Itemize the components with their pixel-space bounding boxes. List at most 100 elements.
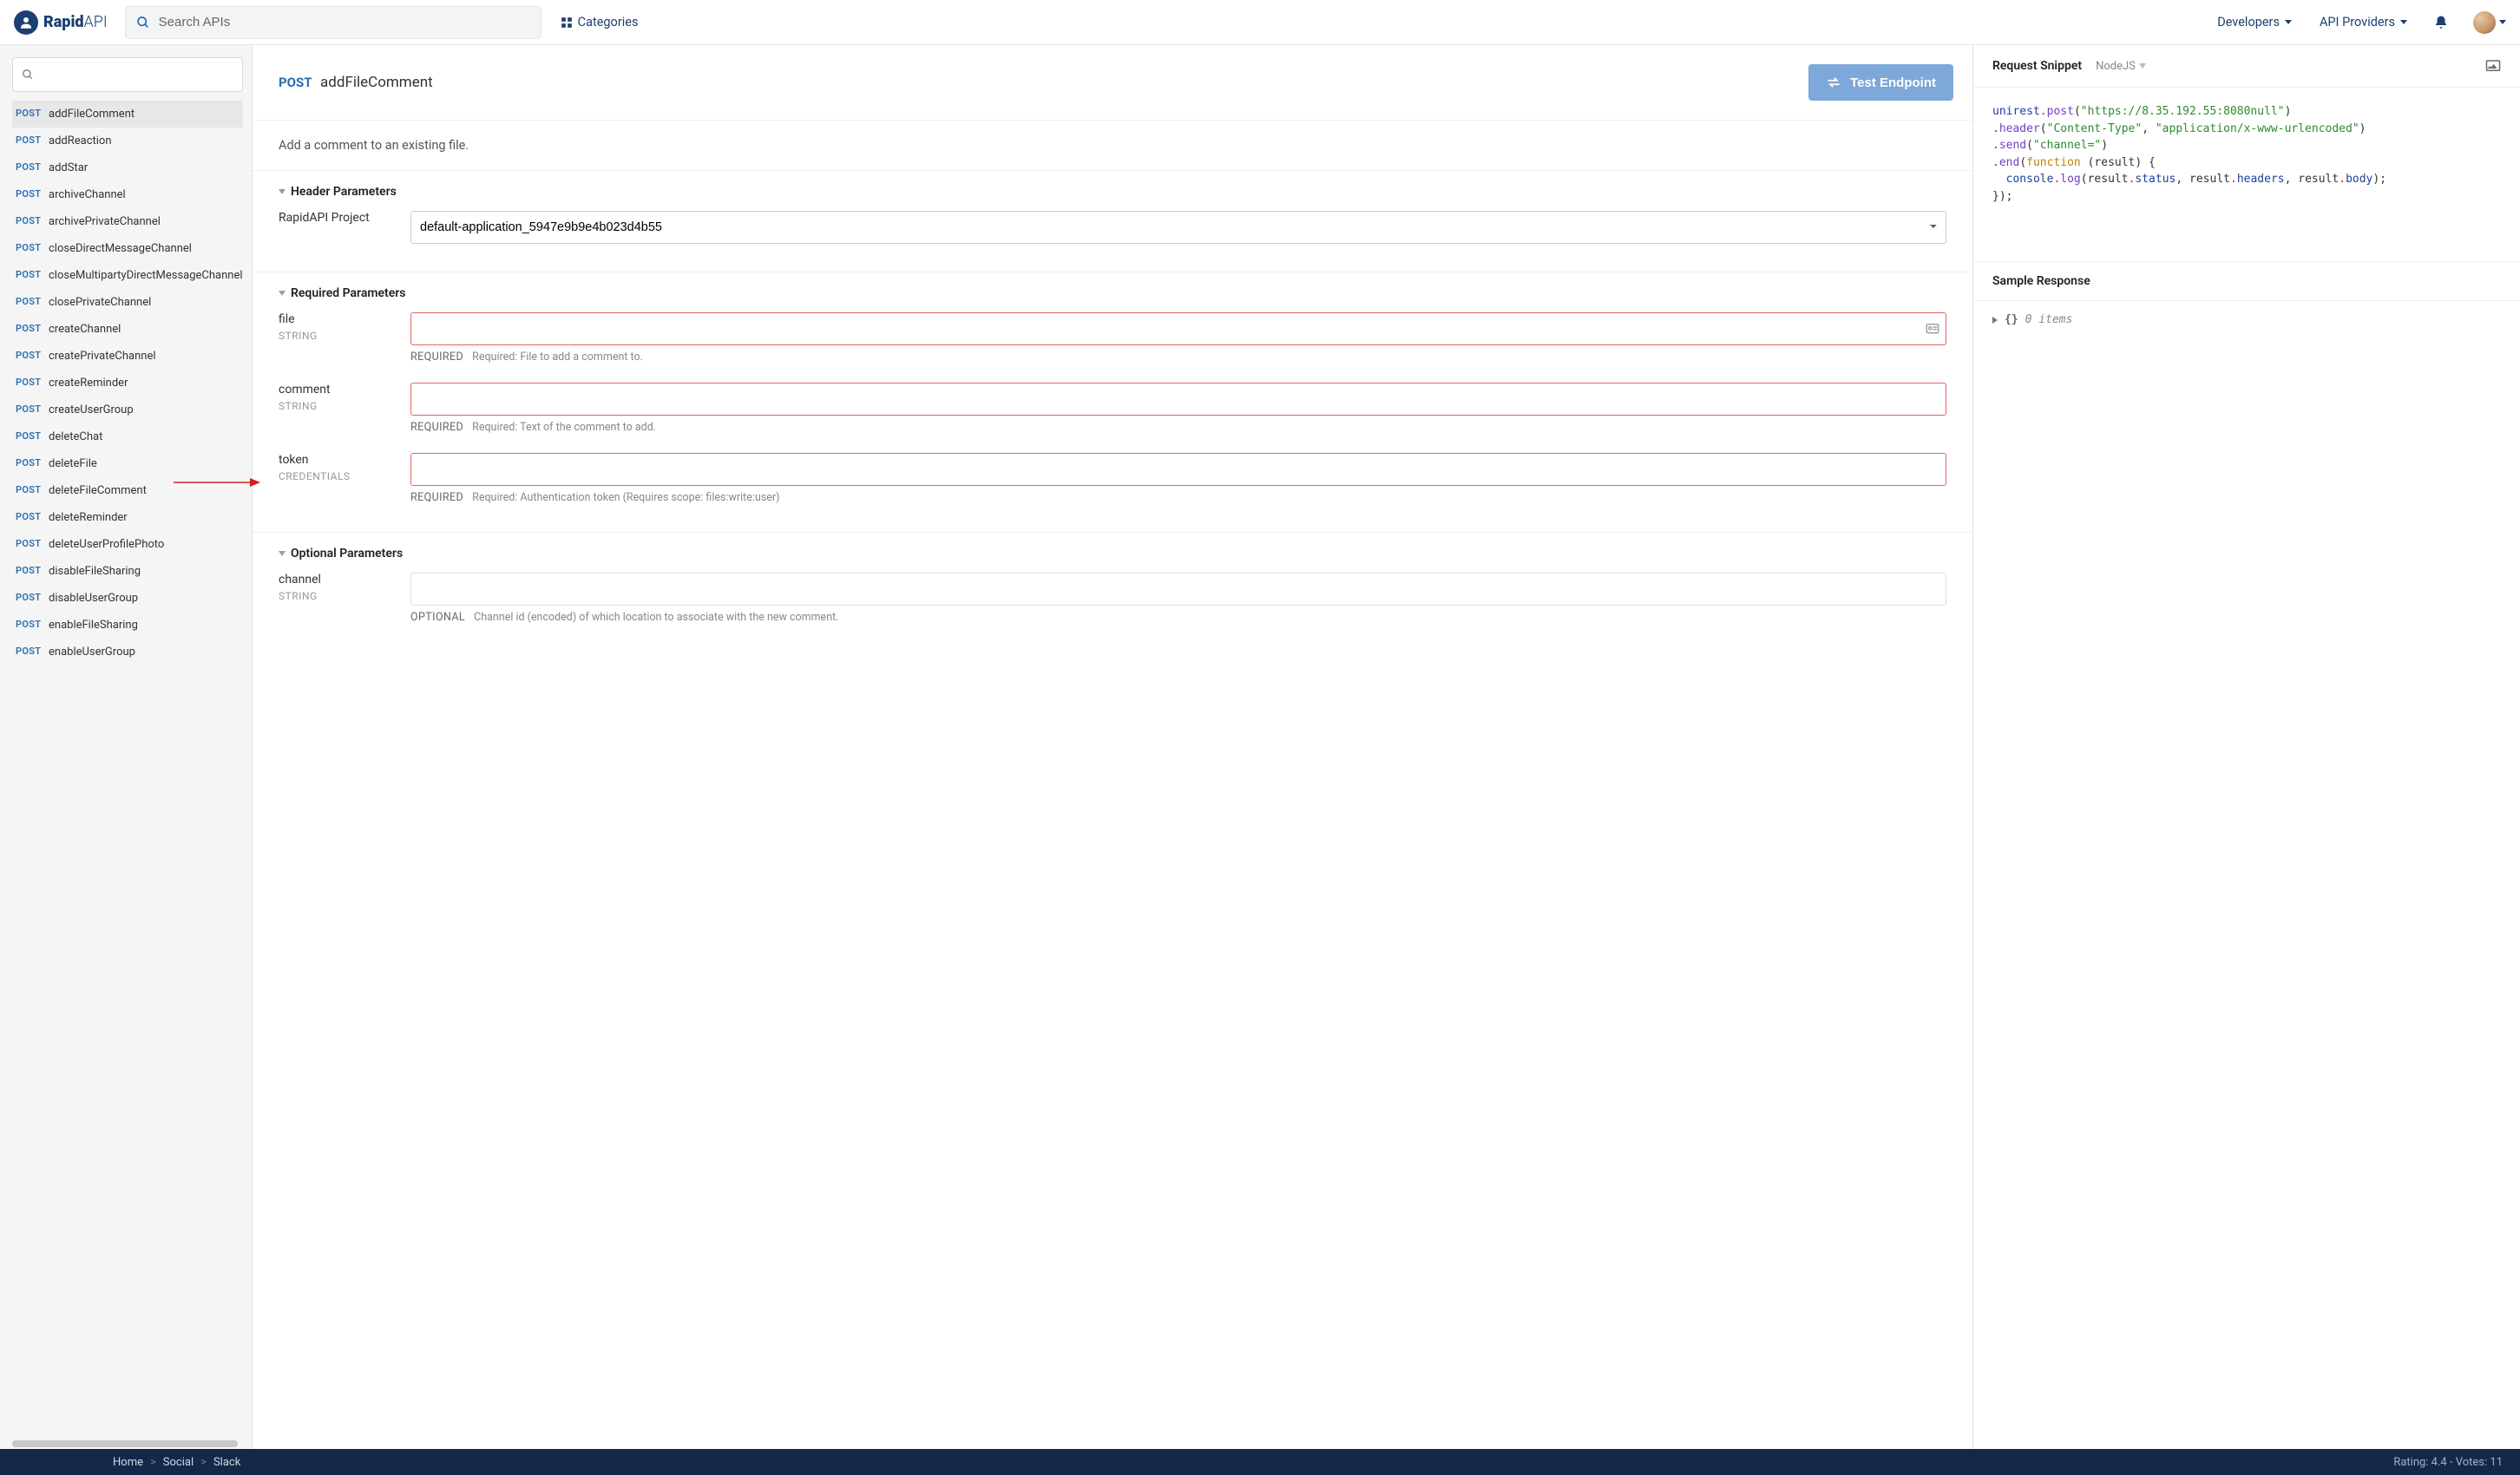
param-input-comment[interactable] [410,383,1946,416]
endpoint-item[interactable]: POSTaddReaction [12,128,243,154]
sidebar-horizontal-scrollbar[interactable] [12,1440,238,1447]
param-row: fileSTRINGREQUIREDRequired: File to add … [279,312,1946,364]
breadcrumb-separator: > [150,1456,156,1469]
breadcrumb: Home>Social>Slack [113,1456,240,1469]
param-help-text: Required: Text of the comment to add. [472,421,656,434]
test-endpoint-button[interactable]: Test Endpoint [1808,64,1953,101]
sample-items-count: 0 items [2025,313,2073,326]
logo[interactable]: RapidAPI [14,10,108,35]
endpoint-item-method: POST [16,161,42,174]
endpoint-item-method: POST [16,484,42,497]
grid-icon [561,16,573,29]
triangle-down-icon [279,189,285,194]
endpoint-item[interactable]: POSTcloseMultipartyDirectMessageChannel [12,262,243,289]
endpoint-item-method: POST [16,565,42,578]
nav-api-providers[interactable]: API Providers [2318,11,2409,33]
endpoint-item[interactable]: POSTclosePrivateChannel [12,289,243,316]
language-select[interactable]: NodeJS [2096,60,2146,73]
code-snippet[interactable]: unirest.post("https://8.35.192.55:8080nu… [1973,88,2520,261]
endpoint-item-name: createPrivateChannel [49,350,156,363]
center-header: POST addFileComment Test Endpoint [253,45,1972,121]
endpoint-item[interactable]: POSTarchivePrivateChannel [12,208,243,235]
optional-parameters-section: Optional Parameters channelSTRINGOPTIONA… [253,533,1972,652]
endpoint-item-name: deleteUserProfilePhoto [49,538,164,551]
global-search[interactable] [125,6,541,39]
endpoint-item-name: createReminder [49,377,128,390]
breadcrumb-link[interactable]: Home [113,1456,143,1469]
param-type: STRING [279,400,393,412]
endpoint-item-method: POST [16,188,42,201]
breadcrumb-link[interactable]: Social [163,1456,194,1469]
notifications-icon[interactable] [2433,15,2449,30]
endpoint-item-method: POST [16,323,42,336]
param-name: file [279,312,393,326]
endpoint-item[interactable]: POSTdeleteFileComment [12,477,243,504]
param-row: tokenCREDENTIALSREQUIREDRequired: Authen… [279,453,1946,504]
endpoint-item[interactable]: POST disableFileSharing [12,558,243,585]
param-name: channel [279,573,393,587]
rapidapi-project-select[interactable]: default-application_5947e9b9e4b023d4b55 [410,211,1946,244]
endpoint-item[interactable]: POSTdisableUserGroup [12,585,243,612]
endpoint-item-name: disableFileSharing [49,565,141,578]
credentials-icon[interactable] [1926,323,1939,335]
endpoint-item-method: POST [16,108,42,121]
endpoint-item-name: enableFileSharing [49,619,138,632]
endpoint-item-method: POST [16,646,42,659]
avatar [2473,11,2496,34]
triangle-down-icon [279,551,285,556]
section-title-optional-params[interactable]: Optional Parameters [279,547,1946,560]
param-input-file[interactable] [410,312,1946,345]
endpoint-item-method: POST [16,511,42,524]
section-title-header-params[interactable]: Header Parameters [279,185,1946,199]
share-icon[interactable] [2485,59,2501,73]
endpoint-item[interactable]: POSTaddFileComment [12,101,243,128]
endpoint-item-name: closePrivateChannel [49,296,151,309]
endpoint-item[interactable]: POSTcloseDirectMessageChannel [12,235,243,262]
endpoint-item[interactable]: POSTdeleteReminder [12,504,243,531]
endpoint-method: POST [279,75,312,90]
endpoint-item-name: enableUserGroup [49,646,135,659]
param-tag: REQUIRED [410,351,463,364]
endpoint-item[interactable]: POSTdeleteChat [12,423,243,450]
endpoint-item-method: POST [16,430,42,443]
section-title-required-params[interactable]: Required Parameters [279,286,1946,300]
param-input-token[interactable] [410,453,1946,486]
brace-icon: {} [2005,313,2018,326]
endpoint-item[interactable]: POSTcreatePrivateChannel [12,343,243,370]
endpoint-item[interactable]: POSTarchiveChannel [12,181,243,208]
swap-icon [1826,75,1841,90]
breadcrumb-link[interactable]: Slack [213,1456,240,1469]
endpoint-item-method: POST [16,619,42,632]
sample-response-body[interactable]: {} 0 items [1973,301,2520,338]
optional-params-title: Optional Parameters [291,547,403,560]
endpoint-item-name: archivePrivateChannel [49,215,161,228]
chevron-down-icon [2285,20,2292,24]
param-row: channelSTRINGOPTIONALChannel id (encoded… [279,573,1946,624]
endpoint-item[interactable]: POST enableFileSharing [12,612,243,639]
sidebar: POSTaddFileCommentPOSTaddReactionPOSTadd… [0,45,252,1449]
endpoint-list[interactable]: POSTaddFileCommentPOSTaddReactionPOSTadd… [12,101,243,1439]
endpoint-item[interactable]: POST createReminder [12,370,243,397]
endpoint-item-name: createUserGroup [49,403,134,416]
global-search-input[interactable] [159,15,530,30]
nav-developers[interactable]: Developers [2215,11,2294,33]
sidebar-search[interactable] [12,57,243,92]
endpoint-description: Add a comment to an existing file. [253,121,1972,171]
endpoint-item[interactable]: POST enableUserGroup [12,639,243,665]
endpoint-item-method: POST [16,269,42,282]
endpoint-item[interactable]: POSTdeleteUserProfilePhoto [12,531,243,558]
endpoint-item-method: POST [16,377,42,390]
endpoint-item[interactable]: POSTdeleteFile [12,450,243,477]
param-tag: OPTIONAL [410,611,465,624]
endpoint-item[interactable]: POSTcreateChannel [12,316,243,343]
categories-link[interactable]: Categories [559,11,640,33]
footer: Home>Social>Slack Rating: 4.4 - Votes: 1… [0,1449,2520,1475]
param-input-channel[interactable] [410,573,1946,606]
triangle-down-icon [2139,63,2146,69]
endpoint-item-name: closeDirectMessageChannel [49,242,192,255]
user-menu[interactable] [2473,11,2506,34]
required-params-title: Required Parameters [291,286,406,300]
endpoint-item-method: POST [16,592,42,605]
endpoint-item[interactable]: POSTcreateUserGroup [12,397,243,423]
endpoint-item[interactable]: POSTaddStar [12,154,243,181]
